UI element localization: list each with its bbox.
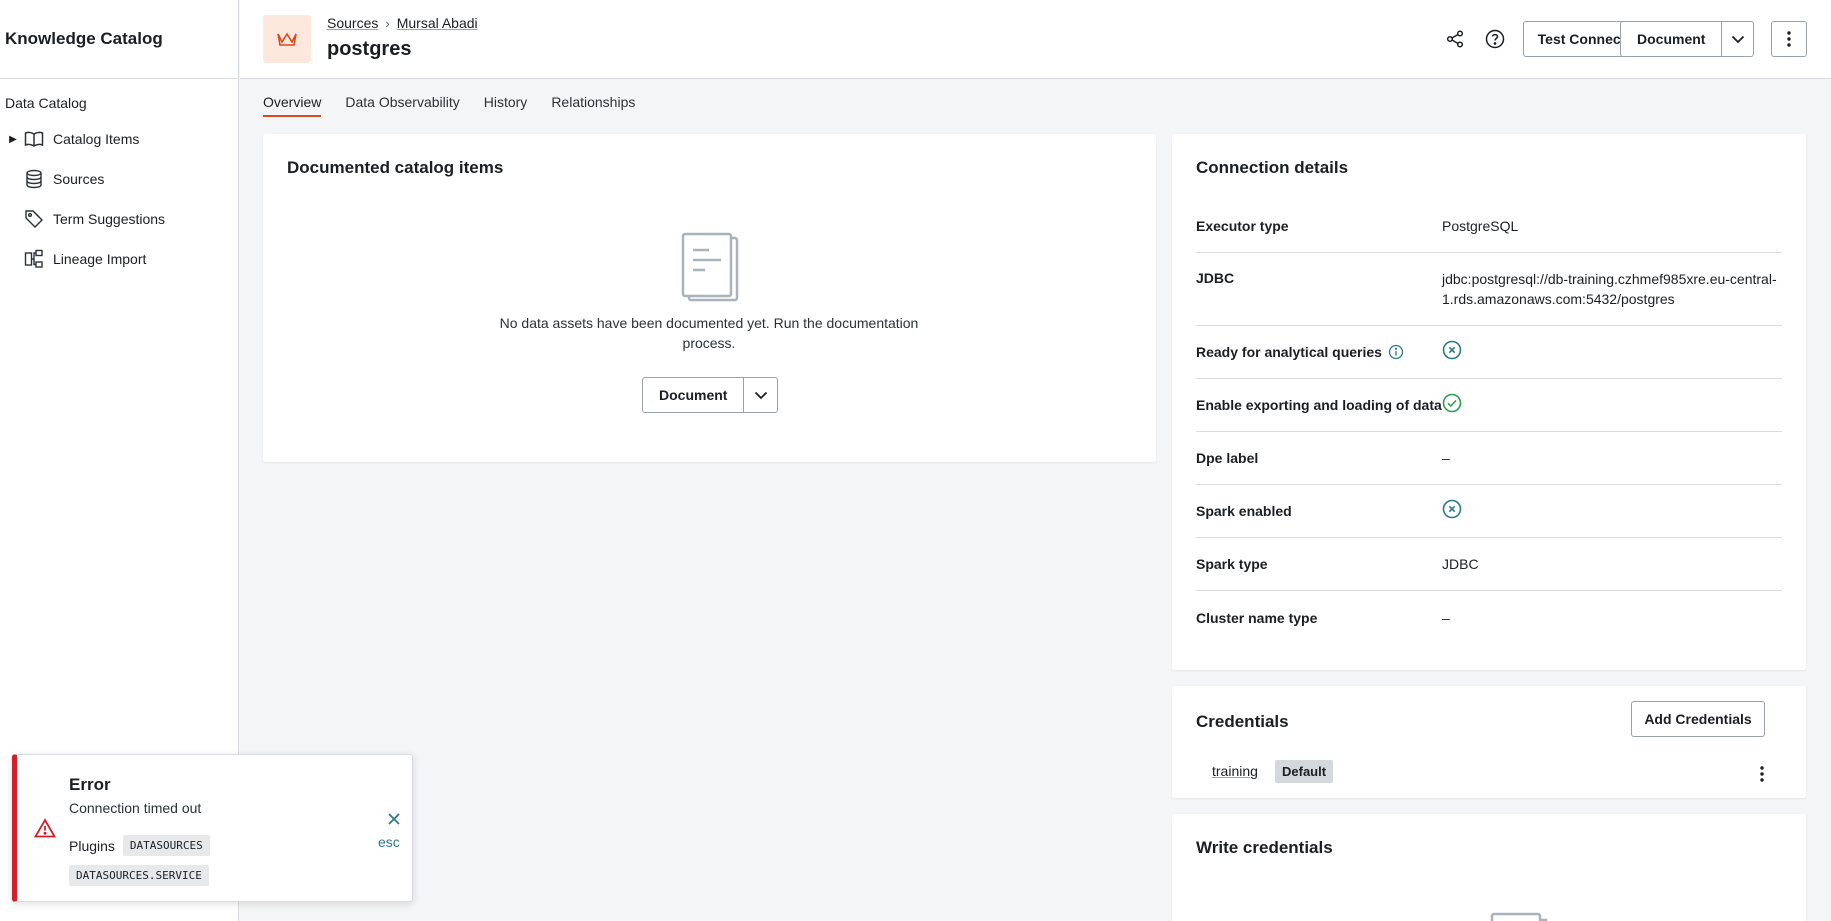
sidebar-item-label: Sources <box>53 171 105 187</box>
sidebar-item-catalog-items[interactable]: ▶ Catalog Items <box>0 119 238 159</box>
sidebar-item-sources[interactable]: Sources <box>0 159 238 199</box>
lineage-icon <box>20 249 48 269</box>
write-credentials-card: Write credentials <box>1172 814 1806 921</box>
sidebar-item-term-suggestions[interactable]: Term Suggestions <box>0 199 238 239</box>
page-header: Sources › Mursal Abadi postgres Test Con… <box>240 0 1831 79</box>
close-icon[interactable] <box>382 807 406 831</box>
detail-label: Cluster name type <box>1196 609 1318 626</box>
document-empty-icon <box>681 232 739 305</box>
detail-label: Ready for analytical queries <box>1196 344 1382 360</box>
detail-value: JDBC <box>1442 556 1479 572</box>
detail-value: jdbc:postgresql://db-training.czhmef985x… <box>1442 271 1777 307</box>
app-title: Knowledge Catalog <box>0 0 238 79</box>
tab-relationships[interactable]: Relationships <box>551 94 635 117</box>
sidebar-item-lineage-import[interactable]: Lineage Import <box>0 239 238 279</box>
documented-items-card: Documented catalog items No data assets … <box>263 134 1156 462</box>
page-title: postgres <box>327 38 412 60</box>
detail-row: Spark type JDBC <box>1196 538 1782 591</box>
chevron-down-icon[interactable] <box>1722 22 1753 56</box>
chevron-right-icon: › <box>385 15 390 31</box>
esc-hint: esc <box>378 834 400 850</box>
detail-value: – <box>1442 609 1450 626</box>
warning-icon <box>34 818 56 838</box>
detail-row: Spark enabled <box>1196 485 1782 538</box>
plugin-chip: DATASOURCES.SERVICE <box>69 865 209 886</box>
document-split-button: Document <box>642 377 778 413</box>
sidebar-item-label: Term Suggestions <box>53 211 166 227</box>
detail-label: Spark type <box>1196 556 1268 572</box>
plugins-label: Plugins <box>69 837 115 854</box>
tab-overview[interactable]: Overview <box>263 94 322 117</box>
status-no-icon <box>1442 499 1462 518</box>
tab-history[interactable]: History <box>484 94 528 117</box>
breadcrumb: Sources › Mursal Abadi <box>327 15 478 31</box>
sidebar-section-title: Data Catalog <box>5 95 87 111</box>
kebab-icon <box>1787 31 1791 47</box>
add-credentials-button[interactable]: Add Credentials <box>1631 701 1765 737</box>
database-icon <box>20 169 48 189</box>
caret-right-icon[interactable]: ▶ <box>6 134 20 145</box>
more-options-button[interactable] <box>1771 21 1807 57</box>
detail-value: PostgreSQL <box>1442 218 1519 234</box>
credentials-card: Credentials Add Credentials training Def… <box>1172 686 1806 798</box>
postgres-source-icon <box>263 15 311 63</box>
detail-label: Enable exporting and loading of data <box>1196 397 1442 413</box>
detail-label: Spark enabled <box>1196 503 1292 519</box>
card-title: Write credentials <box>1196 838 1333 857</box>
connection-details-list: Executor type PostgreSQL JDBC jdbc:postg… <box>1196 200 1782 644</box>
empty-state-text: No data assets have been documented yet.… <box>499 315 919 351</box>
sidebar-item-label: Catalog Items <box>53 131 140 147</box>
share-icon[interactable] <box>1437 21 1473 57</box>
document-empty-icon <box>1490 912 1548 921</box>
breadcrumb-owner[interactable]: Mursal Abadi <box>397 15 478 31</box>
document-split-button: Document <box>1620 21 1754 57</box>
detail-row: Cluster name type – <box>1196 591 1782 644</box>
error-toast: Error Connection timed out Plugins DATAS… <box>12 754 413 902</box>
detail-row: Dpe label – <box>1196 432 1782 485</box>
credential-name-link[interactable]: training <box>1212 763 1258 779</box>
detail-label: Executor type <box>1196 218 1289 234</box>
detail-label: JDBC <box>1196 270 1235 286</box>
card-title: Credentials <box>1196 712 1289 731</box>
breadcrumb-sources[interactable]: Sources <box>327 15 378 31</box>
detail-row: Ready for analytical queries <box>1196 326 1782 379</box>
connection-details-card: Connection details Executor type Postgre… <box>1172 134 1806 670</box>
credential-more-icon[interactable] <box>1750 762 1774 786</box>
plugin-chip: DATASOURCES <box>122 835 210 856</box>
tag-icon <box>20 209 48 229</box>
detail-row: Enable exporting and loading of data <box>1196 379 1782 432</box>
tab-data-observability[interactable]: Data Observability <box>345 94 459 117</box>
tab-bar: Overview Data Observability History Rela… <box>263 94 635 117</box>
toast-title: Error <box>69 775 111 794</box>
status-yes-icon <box>1442 393 1462 412</box>
detail-row: JDBC jdbc:postgresql://db-training.czhme… <box>1196 253 1782 326</box>
help-icon[interactable] <box>1477 21 1513 57</box>
book-icon <box>20 130 48 148</box>
chevron-down-icon[interactable] <box>744 378 777 412</box>
status-no-icon <box>1442 340 1462 359</box>
detail-label: Dpe label <box>1196 450 1259 466</box>
sidebar-item-label: Lineage Import <box>53 251 147 267</box>
detail-value: – <box>1442 450 1450 466</box>
default-badge: Default <box>1275 760 1334 783</box>
document-button[interactable]: Document <box>643 378 745 412</box>
detail-row: Executor type PostgreSQL <box>1196 200 1782 253</box>
info-icon[interactable] <box>1388 344 1404 360</box>
document-button[interactable]: Document <box>1621 22 1723 56</box>
card-title: Documented catalog items <box>287 158 504 177</box>
card-title: Connection details <box>1196 158 1349 177</box>
toast-message: Connection timed out <box>69 800 202 816</box>
